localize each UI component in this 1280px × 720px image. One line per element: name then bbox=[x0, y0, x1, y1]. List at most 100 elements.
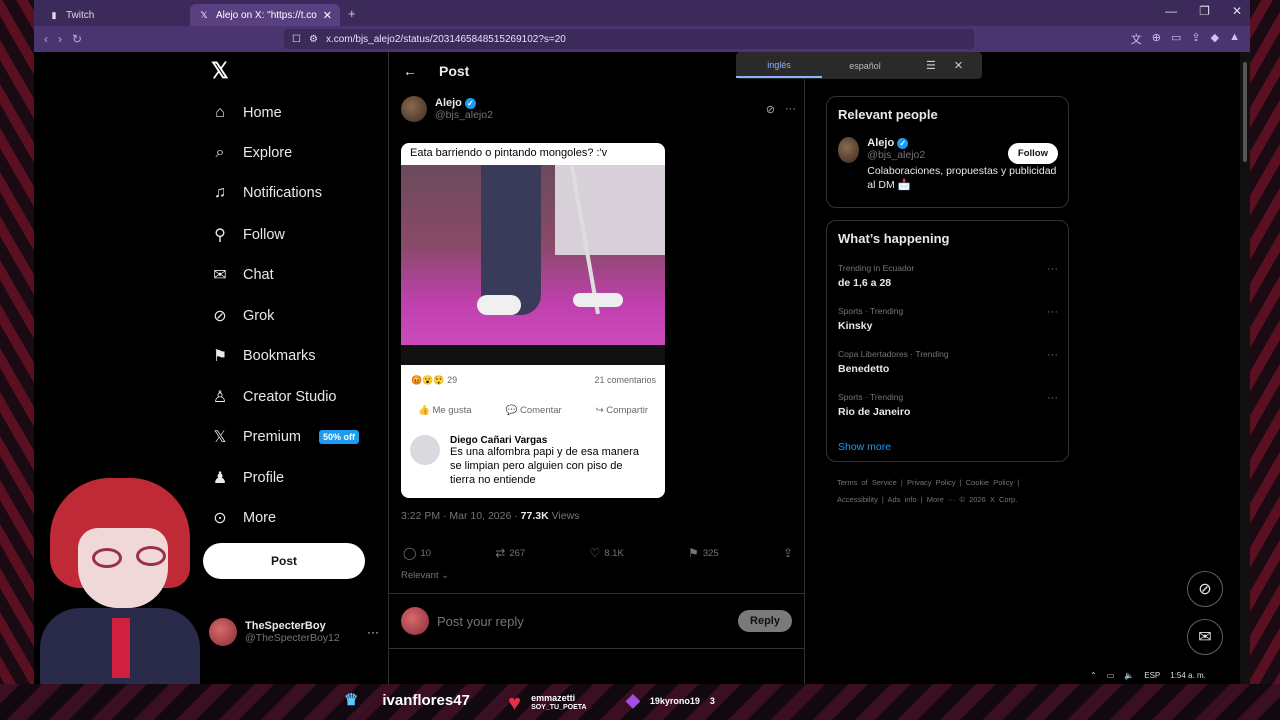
battery-icon[interactable]: ▭ bbox=[1107, 671, 1115, 680]
site-info-icon[interactable]: ⚙ bbox=[309, 34, 318, 45]
menu-icon[interactable]: ☰ bbox=[926, 59, 936, 72]
rewards-icon[interactable]: ▲ bbox=[1229, 31, 1240, 47]
premium-badge: 50% off bbox=[319, 430, 360, 444]
volume-icon[interactable]: 🔈 bbox=[1124, 671, 1134, 680]
author-name-row[interactable]: Alejo ✓ bbox=[435, 97, 493, 109]
reply-input[interactable]: Post your reply bbox=[437, 614, 730, 629]
more-icon[interactable]: ··· bbox=[1047, 392, 1058, 404]
nav-chat[interactable]: ✉ Chat bbox=[211, 265, 273, 285]
media-reactions: 😡😮😲 29 bbox=[411, 375, 458, 385]
more-icon[interactable]: ··· bbox=[1047, 349, 1058, 361]
nav-label: Profile bbox=[243, 470, 285, 486]
window-controls: — ❐ ✕ bbox=[1165, 4, 1242, 18]
x-logo-icon[interactable]: 𝕏 bbox=[211, 58, 229, 84]
more-icon[interactable]: ··· bbox=[1047, 306, 1058, 318]
tab-twitch[interactable]: ▮ Twitch bbox=[40, 4, 190, 26]
minimize-icon[interactable]: — bbox=[1165, 4, 1177, 18]
page-title: Post bbox=[439, 63, 470, 79]
post-button[interactable]: Post bbox=[203, 543, 365, 579]
whats-happening-card: What’s happening Trending in Ecuador de 1… bbox=[826, 220, 1069, 462]
bookmark-page-icon[interactable]: ☐ bbox=[292, 34, 301, 45]
tab-x-post[interactable]: 𝕏 Alejo on X: "https://t.co/nOENz ✕ bbox=[190, 4, 340, 26]
home-icon: ⌂ bbox=[215, 104, 225, 121]
avatar bbox=[401, 607, 429, 635]
x-page: 𝕏 ⌂ Home ⌕ Explore ♫ Notifications ⚲ Follow … bbox=[34, 52, 1240, 684]
back-arrow-icon[interactable]: ← bbox=[403, 63, 417, 79]
photo-leg bbox=[481, 165, 541, 315]
cast-icon[interactable]: ▭ bbox=[1171, 31, 1181, 47]
post-media[interactable]: Eata barriendo o pintando mongoles? :'v … bbox=[401, 143, 665, 498]
nav-home[interactable]: ⌂ Home bbox=[211, 104, 282, 122]
heart-icon: ♡ bbox=[589, 546, 601, 560]
grok-icon: ⊘ bbox=[213, 308, 227, 325]
nav-creator-studio[interactable]: ♙ Creator Studio bbox=[211, 387, 337, 407]
repost-stat[interactable]: ⇄ 267 bbox=[495, 546, 525, 560]
media-comment: Diego Cañari Vargas Es una alfombra papi… bbox=[410, 435, 640, 487]
x-icon: 𝕏 bbox=[213, 429, 227, 446]
nav-label: Follow bbox=[243, 227, 285, 243]
grok-icon: ⊘ bbox=[1198, 581, 1212, 598]
overlay-top-user: ♛ ivanflores47 bbox=[344, 690, 470, 710]
gem-user-name: 19kyrono19 bbox=[649, 695, 700, 706]
replies-sort[interactable]: Relevant ⌄ bbox=[401, 570, 449, 581]
views-label: Views bbox=[551, 510, 580, 522]
footer-links-row1[interactable]: Terms of Service | Privacy Policy | Cook… bbox=[837, 478, 1019, 487]
reply-count: 10 bbox=[420, 547, 432, 559]
close-window-icon[interactable]: ✕ bbox=[1232, 4, 1242, 18]
clock[interactable]: 1:54 a. m. bbox=[1170, 671, 1206, 680]
reply-stat[interactable]: ◯ 10 bbox=[403, 546, 431, 560]
chevron-up-icon[interactable]: ⌃ bbox=[1090, 671, 1097, 680]
nav-explore[interactable]: ⌕ Explore bbox=[211, 144, 293, 162]
scroll-thumb[interactable] bbox=[1243, 62, 1247, 162]
trend-item[interactable]: Sports · Trending Kinsky ··· bbox=[838, 306, 1058, 332]
nav-premium[interactable]: 𝕏 Premium 50% off bbox=[211, 427, 360, 447]
forward-icon[interactable]: › bbox=[58, 32, 62, 46]
author-handle[interactable]: @bjs_alejo2 bbox=[435, 109, 493, 121]
maximize-icon[interactable]: ❐ bbox=[1199, 4, 1210, 18]
follow-button[interactable]: Follow bbox=[1007, 143, 1058, 164]
nav-grok[interactable]: ⊘ Grok bbox=[211, 306, 274, 326]
close-tab-icon[interactable]: ✕ bbox=[323, 9, 332, 22]
post-time[interactable]: 3:22 PM · Mar 10, 2026 · bbox=[401, 510, 518, 522]
verified-icon: ✓ bbox=[464, 97, 476, 109]
reload-icon[interactable]: ↻ bbox=[72, 32, 82, 46]
nav-notifications[interactable]: ♫ Notifications bbox=[211, 184, 322, 202]
zoom-icon[interactable]: ⊕ bbox=[1152, 31, 1161, 47]
nav-follow[interactable]: ⚲ Follow bbox=[211, 225, 285, 245]
like-stat[interactable]: ♡ 8.1K bbox=[589, 546, 623, 560]
new-tab-button[interactable]: + bbox=[348, 6, 356, 21]
share-icon[interactable]: ⇪ bbox=[1191, 31, 1200, 47]
translate-icon[interactable]: 文 bbox=[1131, 31, 1142, 47]
nav-profile[interactable]: ♟ Profile bbox=[211, 468, 284, 488]
bookmark-stat[interactable]: ⚑ 325 bbox=[688, 546, 719, 560]
nav-label: Grok bbox=[243, 308, 275, 324]
trend-item[interactable]: Sports · Trending Rio de Janeiro ··· bbox=[838, 392, 1058, 418]
lang-option-source[interactable]: inglés bbox=[736, 54, 822, 78]
tab-title: Alejo on X: "https://t.co/nOENz bbox=[216, 9, 317, 21]
author-avatar[interactable] bbox=[401, 96, 427, 122]
url-field[interactable]: ☐ ⚙ x.com/bjs_alejo2/status/203146584851… bbox=[284, 29, 974, 49]
show-more-link[interactable]: Show more bbox=[838, 441, 891, 453]
gem-count: 3 bbox=[709, 695, 715, 706]
share-stat[interactable]: ⇪ bbox=[783, 546, 793, 560]
shield-icon[interactable]: ◆ bbox=[1211, 31, 1219, 47]
more-icon[interactable]: ··· bbox=[785, 103, 796, 116]
grok-icon[interactable]: ⊘ bbox=[766, 103, 775, 116]
lang-option-target[interactable]: español bbox=[822, 55, 908, 77]
nav-more[interactable]: ⊙ More bbox=[211, 508, 276, 528]
page-scrollbar[interactable] bbox=[1240, 52, 1250, 684]
trend-item[interactable]: Copa Libertadores · Trending Benedetto ··· bbox=[838, 349, 1058, 375]
trend-item[interactable]: Trending in Ecuador de 1,6 a 28 ··· bbox=[838, 263, 1058, 289]
comment-author: Diego Cañari Vargas bbox=[450, 435, 548, 446]
back-icon[interactable]: ‹ bbox=[44, 32, 48, 46]
close-icon[interactable]: ✕ bbox=[954, 59, 963, 72]
messages-fab[interactable]: ✉ bbox=[1187, 619, 1223, 655]
footer-links-row2[interactable]: Accessibility | Ads info | More ··· © 20… bbox=[837, 495, 1017, 504]
reply-button[interactable]: Reply bbox=[738, 610, 792, 632]
nav-label: Creator Studio bbox=[243, 389, 337, 405]
account-switcher[interactable]: TheSpecterBoy @TheSpecterBoy12 ··· bbox=[209, 618, 379, 646]
language-indicator[interactable]: ESP bbox=[1144, 671, 1160, 680]
nav-bookmarks[interactable]: ⚑ Bookmarks bbox=[211, 346, 316, 366]
more-icon[interactable]: ··· bbox=[1047, 263, 1058, 275]
grok-fab[interactable]: ⊘ bbox=[1187, 571, 1223, 607]
